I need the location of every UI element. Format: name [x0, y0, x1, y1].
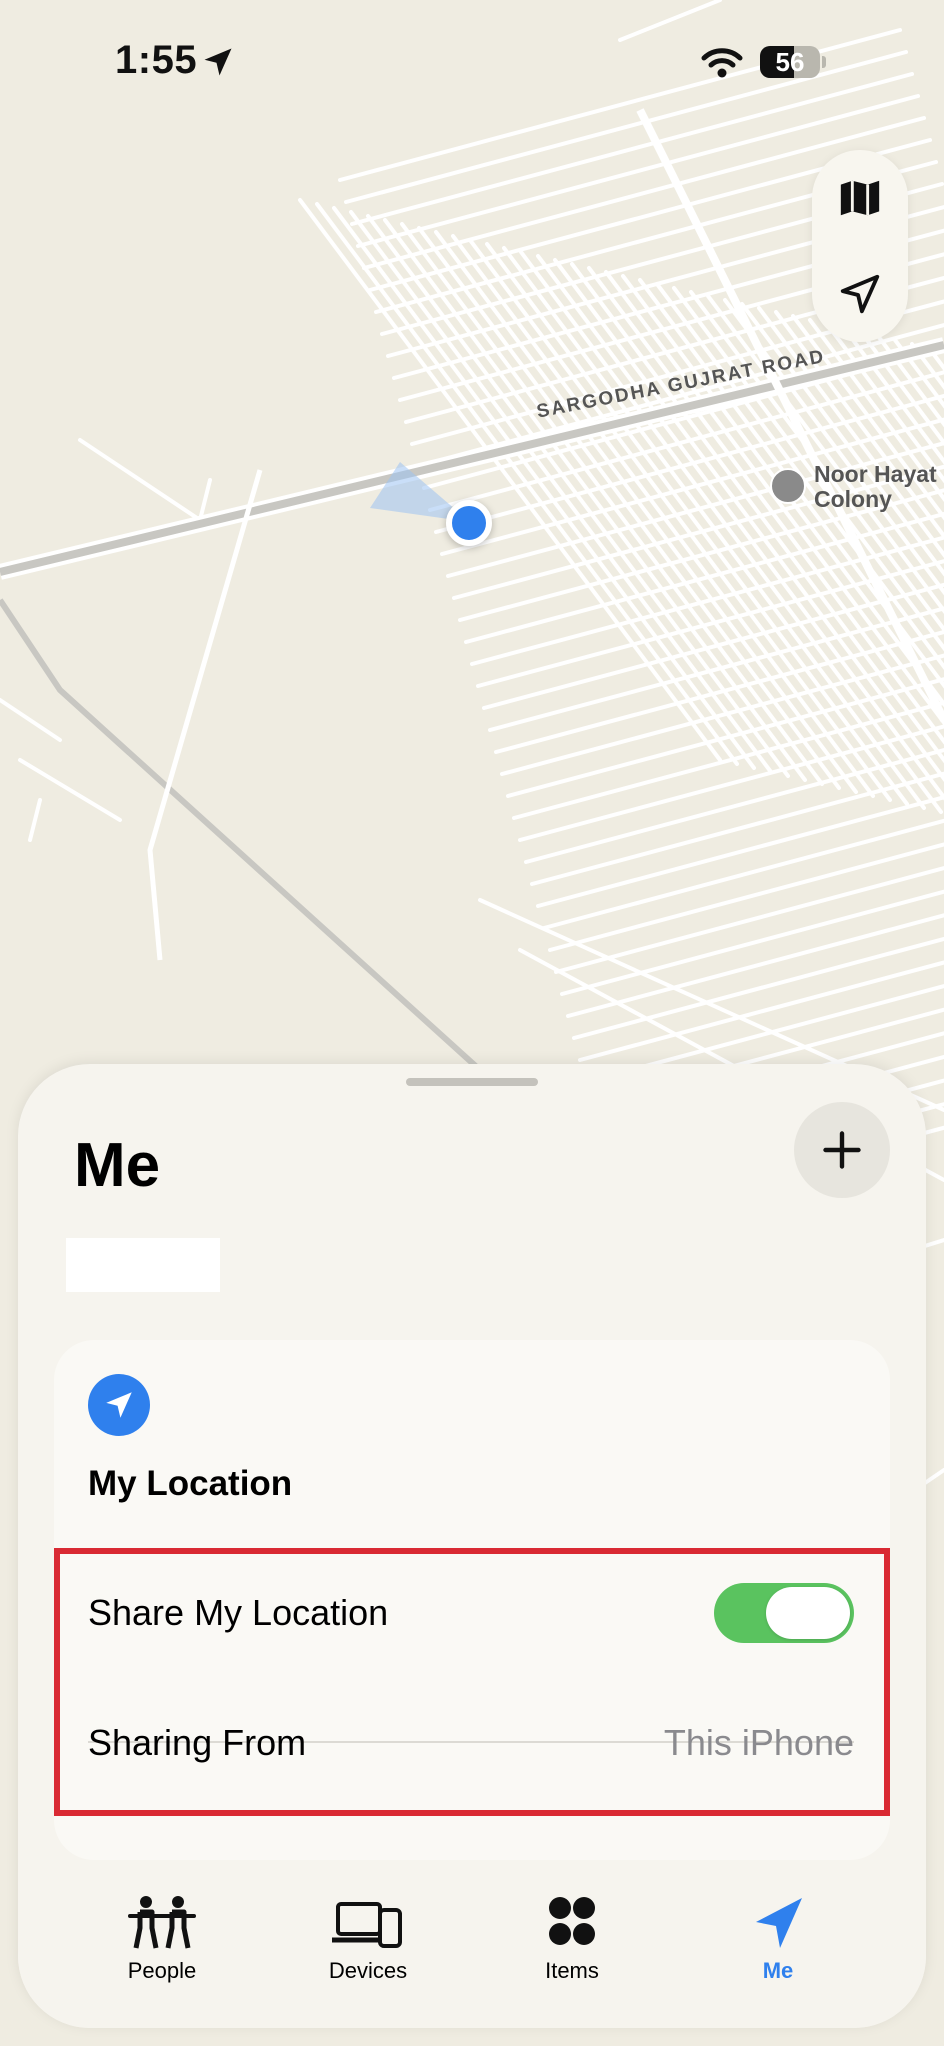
map-controls — [812, 150, 908, 342]
status-bar: 1:55 56 — [0, 0, 944, 130]
map-icon — [840, 180, 880, 216]
battery-level: 56 — [775, 47, 805, 77]
my-location-card: My Location Share My Location Sharing Fr… — [54, 1340, 890, 1860]
devices-icon — [332, 1902, 402, 1948]
share-my-location-label: Share My Location — [88, 1592, 389, 1633]
location-arrow-icon — [756, 1898, 802, 1948]
people-icon — [128, 1896, 196, 1949]
sharing-from-label: Sharing From — [88, 1722, 307, 1763]
redacted-name — [66, 1238, 220, 1292]
locate-me-button[interactable] — [812, 246, 908, 342]
battery-icon: 56 — [760, 46, 826, 78]
location-arrow-icon — [840, 274, 880, 314]
me-sheet: Me My Location Share My Location Sharing… — [18, 1064, 926, 2028]
poi-name: Noor Hayat Colony — [814, 461, 937, 512]
wifi-icon — [701, 48, 743, 78]
tab-label: Devices — [328, 1958, 408, 1983]
sharing-from-row[interactable]: Sharing From This iPhone — [88, 1678, 854, 1808]
tab-me[interactable]: Me — [678, 1894, 878, 2004]
mosque-icon — [770, 468, 806, 504]
tab-items[interactable]: Items — [472, 1894, 672, 2004]
tab-label: Items — [545, 1958, 599, 1983]
tab-label: Me — [762, 1958, 794, 1983]
location-services-icon — [204, 48, 232, 76]
tab-devices[interactable]: Devices — [268, 1894, 468, 2004]
plus-icon — [823, 1131, 861, 1169]
user-location-dot[interactable] — [446, 500, 492, 546]
status-time: 1:55 — [115, 38, 198, 82]
sheet-title: Me — [74, 1131, 161, 1200]
items-icon — [549, 1897, 595, 1945]
tab-label: People — [127, 1958, 197, 1983]
location-icon-badge — [88, 1374, 150, 1436]
card-title: My Location — [88, 1464, 293, 1503]
add-button[interactable] — [794, 1102, 890, 1198]
sheet-grabber[interactable] — [406, 1078, 538, 1086]
poi-marker[interactable]: Noor Hayat Colony — [770, 462, 944, 512]
share-my-location-row: Share My Location — [88, 1548, 854, 1678]
toggle-knob — [766, 1587, 850, 1639]
sharing-from-value: This iPhone — [663, 1722, 854, 1763]
share-location-toggle[interactable] — [714, 1583, 854, 1643]
tab-bar: People Devices Items Me — [18, 1864, 926, 2028]
map-mode-button[interactable] — [812, 150, 908, 246]
tab-people[interactable]: People — [62, 1894, 262, 2004]
location-arrow-icon — [106, 1392, 132, 1418]
